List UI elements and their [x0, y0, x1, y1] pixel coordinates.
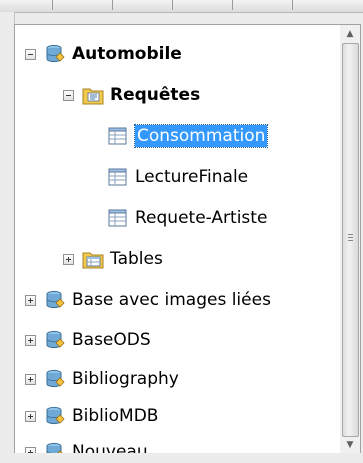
toolbar-separator	[52, 0, 53, 10]
scroll-up-arrow-icon[interactable]: ▲	[340, 25, 360, 43]
tree-item-label: BaseODS	[72, 330, 151, 350]
query-icon	[108, 127, 127, 145]
query-icon	[108, 209, 127, 227]
database-icon	[46, 290, 65, 309]
tree-item-label: Requêtes	[110, 85, 201, 105]
queries-folder-icon	[82, 88, 104, 105]
left-gutter	[0, 12, 15, 463]
database-icon	[46, 406, 65, 425]
grip-line	[348, 240, 353, 241]
expand-toggle[interactable]	[25, 373, 36, 385]
bottom-strip	[14, 453, 363, 463]
toolbar-separator	[172, 0, 173, 10]
expand-toggle[interactable]	[63, 253, 74, 265]
tree-item-lecturefinale[interactable]: LectureFinale	[107, 162, 248, 192]
tree-item-label: Tables	[110, 249, 163, 269]
tree-item-bibliomdb[interactable]: BiblioMDB	[25, 401, 158, 431]
grip-line	[348, 234, 353, 235]
toolbar-separator	[292, 0, 293, 10]
tree-item-baseods[interactable]: BaseODS	[25, 325, 151, 355]
query-icon	[108, 168, 127, 186]
grip-line	[348, 237, 353, 238]
expand-toggle[interactable]	[25, 410, 36, 422]
tree-item-label: Base avec images liées	[72, 290, 271, 310]
expand-toggle[interactable]	[25, 334, 36, 346]
scrollbar-thumb[interactable]	[342, 43, 359, 437]
tree-item-requetes[interactable]: Requêtes	[63, 80, 200, 110]
tree-item-requete-artiste[interactable]: Requete-Artiste	[107, 203, 267, 233]
tree-item-label: Consommation	[133, 124, 269, 148]
toolbar-separator	[112, 0, 113, 10]
tree-item-label: Requete-Artiste	[135, 208, 268, 228]
database-tree[interactable]: Automobile Requêtes Consommation Lecture…	[14, 24, 342, 455]
database-icon	[46, 369, 65, 388]
tree-item-bibliography[interactable]: Bibliography	[25, 364, 179, 394]
scroll-down-arrow-icon[interactable]: ▼	[340, 436, 360, 454]
tree-item-tables[interactable]: Tables	[63, 244, 163, 274]
database-icon	[46, 330, 65, 349]
collapse-toggle[interactable]	[25, 48, 36, 60]
tables-folder-icon	[82, 252, 104, 269]
tree-item-automobile[interactable]: Automobile	[25, 39, 182, 69]
toolbar-separator	[232, 0, 233, 10]
toolbar-strip	[0, 0, 363, 13]
tree-item-label: BiblioMDB	[72, 406, 159, 426]
tree-item-base-avec-images-liees[interactable]: Base avec images liées	[25, 285, 271, 315]
database-icon	[46, 44, 65, 63]
tree-item-consommation[interactable]: Consommation	[107, 121, 269, 151]
expand-toggle[interactable]	[25, 294, 36, 306]
tree-item-label: Bibliography	[72, 369, 179, 389]
collapse-toggle[interactable]	[63, 89, 74, 101]
tree-item-label: Automobile	[72, 44, 182, 64]
vertical-scrollbar[interactable]: ▲ ▼	[340, 24, 361, 455]
tree-item-label: LectureFinale	[135, 167, 249, 187]
